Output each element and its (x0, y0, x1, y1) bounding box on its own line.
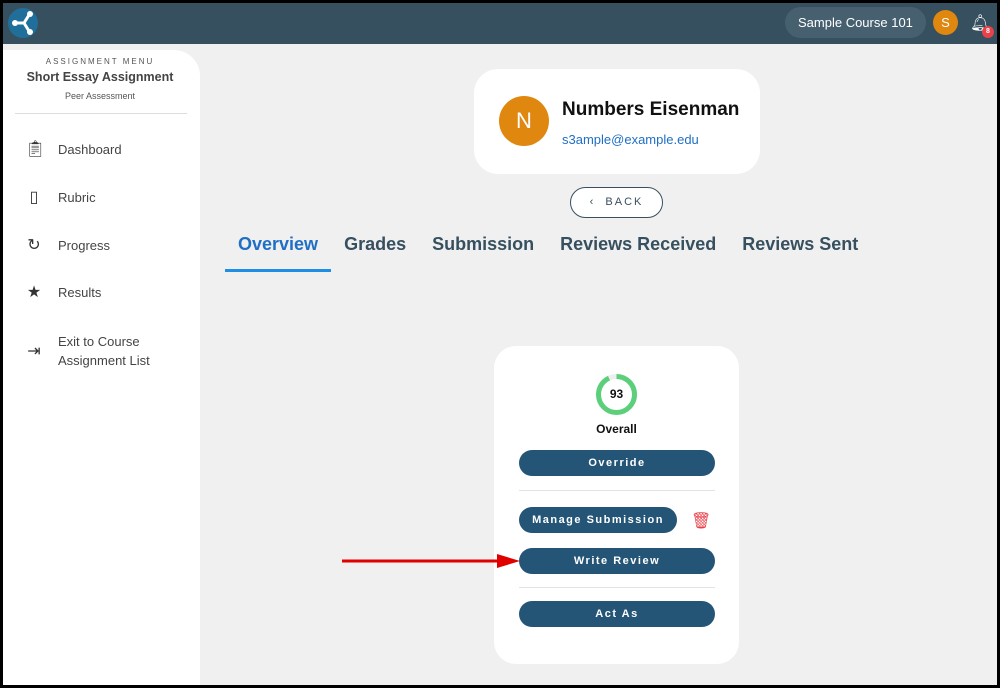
menu-caption: ASSIGNMENT MENU (45, 57, 155, 66)
tab-reviews-sent[interactable]: Reviews Sent (729, 229, 871, 272)
sidebar-item-label: Rubric (58, 190, 96, 205)
sidebar-item-exit[interactable]: ⇥ Exit to Course Assignment List (25, 332, 158, 370)
overview-card: 93 Overall Override Manage Submission 🗑︎… (494, 346, 739, 664)
back-label: BACK (605, 196, 644, 208)
sidebar-item-rubric[interactable]: ▯ Rubric (25, 188, 96, 207)
tab-reviews-received[interactable]: Reviews Received (547, 229, 729, 272)
chevron-left-icon: ‹ (589, 196, 606, 208)
progress-icon: ↻ (27, 237, 41, 254)
student-name: Numbers Eisenman (562, 99, 740, 120)
divider (519, 490, 715, 491)
sidebar-item-label: Progress (58, 238, 111, 253)
sidebar-item-label: Dashboard (58, 142, 122, 157)
sidebar-item-label: Exit to Course Assignment List (58, 334, 150, 368)
student-profile-card: N Numbers Eisenman s3ample@example.edu (474, 69, 760, 174)
assignment-menu: ASSIGNMENT MENU Short Essay Assignment P… (3, 50, 200, 685)
student-avatar: N (499, 96, 549, 146)
divider (15, 113, 187, 114)
sidebar-item-label: Results (58, 285, 102, 300)
tab-submission[interactable]: Submission (419, 229, 547, 272)
tab-overview[interactable]: Overview (225, 229, 332, 272)
assignment-type: Peer Assessment (64, 91, 136, 101)
exit-icon: ⇥ (27, 343, 41, 360)
top-bar: Sample Course 101 S 🔔︎ 8 (3, 3, 997, 44)
app-logo-icon[interactable] (7, 6, 39, 40)
user-avatar[interactable]: S (933, 10, 958, 35)
course-selector[interactable]: Sample Course 101 (785, 7, 926, 38)
tab-grades[interactable]: Grades (331, 229, 419, 272)
sidebar-item-progress[interactable]: ↻ Progress (25, 236, 110, 255)
back-button[interactable]: ‹ BACK (570, 187, 663, 218)
app-window: Sample Course 101 S 🔔︎ 8 ASSIGNMENT MENU… (3, 3, 997, 685)
score-label: Overall (596, 422, 637, 436)
star-icon: ★ (26, 284, 42, 301)
act-as-button[interactable]: Act As (519, 601, 715, 627)
trash-icon[interactable]: 🗑︎ (691, 511, 711, 531)
divider (519, 587, 715, 588)
sidebar-item-results[interactable]: ★ Results (25, 283, 102, 302)
override-button[interactable]: Override (519, 450, 715, 476)
student-email[interactable]: s3ample@example.edu (562, 132, 699, 147)
sidebar-item-dashboard[interactable]: 📋︎ Dashboard (25, 140, 122, 159)
write-review-button[interactable]: Write Review (519, 548, 715, 574)
assignment-title: Short Essay Assignment (26, 70, 174, 84)
manage-submission-button[interactable]: Manage Submission (519, 507, 677, 533)
overall-score: 93 (609, 387, 624, 401)
tab-bar: Overview Grades Submission Reviews Recei… (225, 229, 871, 272)
clipboard-icon: 📋︎ (25, 141, 46, 158)
annotation-arrow-icon (342, 554, 520, 568)
notification-badge: 8 (982, 26, 994, 38)
clipboard-outline-icon: ▯ (29, 189, 39, 206)
